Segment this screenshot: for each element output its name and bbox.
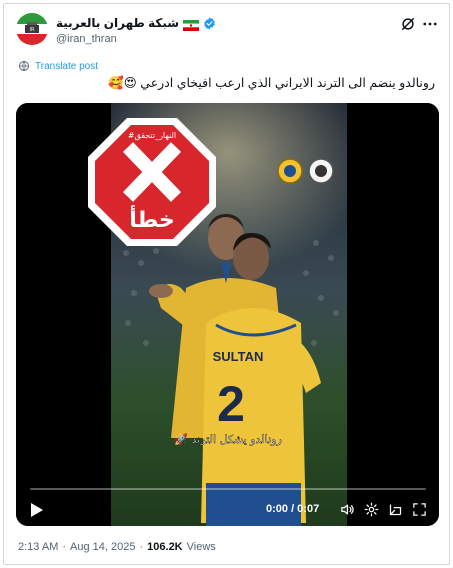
fullscreen-icon[interactable] — [412, 502, 427, 517]
club-crest-icon — [277, 158, 303, 184]
views-count: 106.2K — [147, 541, 183, 553]
video-player[interactable]: SULTAN 2 #النهار_تتحقق خطأ رونالدو يشكل … — [16, 103, 439, 526]
post-time[interactable]: 2:13 AM — [18, 541, 58, 553]
views-label: Views — [186, 541, 216, 553]
translate-post-link[interactable]: Translate post — [18, 60, 98, 72]
stamp-tag: #النهار_تتحقق — [128, 131, 176, 140]
globe-icon — [19, 61, 29, 71]
iran-flag-icon — [183, 18, 200, 31]
video-frame: SULTAN 2 #النهار_تتحقق خطأ رونالدو يشكل … — [16, 103, 439, 526]
settings-icon[interactable] — [364, 502, 379, 517]
league-crest-icon — [308, 158, 334, 184]
jersey-name: SULTAN — [213, 349, 264, 364]
video-time: 0:00 / 0:07 — [266, 503, 320, 515]
play-icon[interactable] — [30, 502, 44, 518]
jersey-number: 2 — [217, 376, 245, 432]
meta-separator: · — [62, 541, 67, 553]
translate-label[interactable]: Translate post — [35, 61, 98, 72]
video-controls: 0:00 / 0:07 — [16, 482, 439, 526]
pip-icon[interactable] — [388, 502, 403, 517]
handle[interactable]: @iran_thran — [56, 33, 117, 45]
post-text: رونالدو ينضم الى الترند الايراني الذي ار… — [108, 76, 435, 90]
tweet-meta: 2:13 AM · Aug 14, 2025 · 106.2K Views — [18, 541, 216, 553]
grok-icon[interactable] — [399, 15, 417, 33]
svg-text:IR: IR — [30, 27, 35, 33]
volume-icon[interactable] — [340, 502, 355, 517]
verified-badge-icon — [203, 17, 216, 30]
display-name[interactable]: شبكة طهران بالعربية — [56, 16, 179, 30]
progress-bar[interactable] — [30, 488, 426, 490]
post-date[interactable]: Aug 14, 2025 — [70, 541, 135, 553]
tweet-card: IR شبكة طهران بالعربية @iran_thran Trans… — [3, 3, 450, 565]
video-caption: رونالدو يشكل الترند 🚀 — [174, 433, 282, 446]
more-icon[interactable] — [421, 15, 439, 33]
avatar[interactable]: IR — [16, 13, 48, 45]
meta-separator-2: · — [139, 541, 144, 553]
stamp-word: خطأ — [129, 204, 175, 233]
